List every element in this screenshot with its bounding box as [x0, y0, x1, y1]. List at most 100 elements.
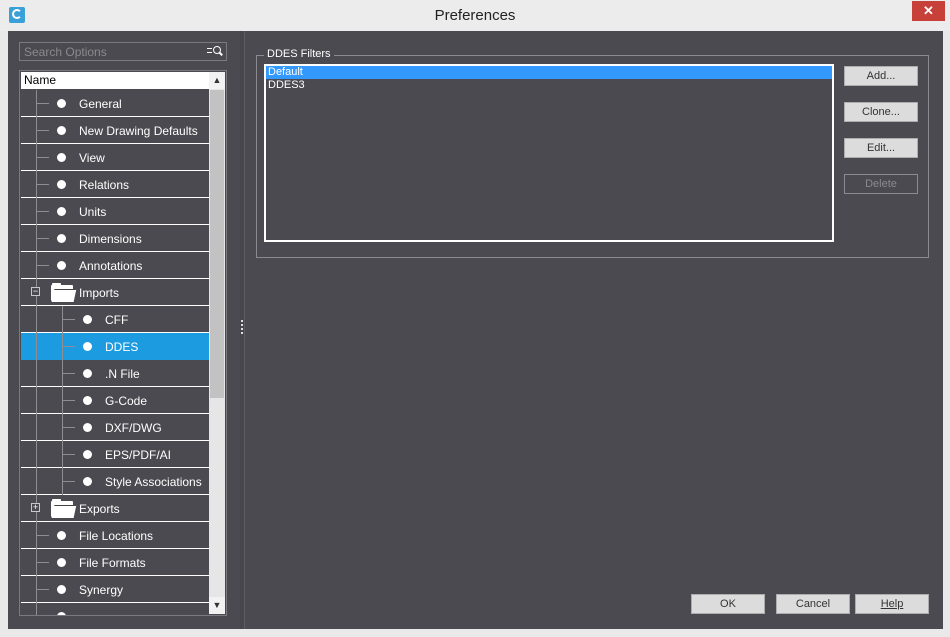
tree-item-label: .N File: [105, 367, 140, 381]
filter-search-icon[interactable]: [207, 45, 223, 59]
filter-list-item[interactable]: Default: [266, 66, 832, 79]
tree-item-label: Annotations: [79, 259, 143, 273]
bullet-icon: [57, 153, 66, 162]
tree-item[interactable]: DXF/DWG: [21, 414, 210, 441]
tree-item-label: Relations: [79, 178, 130, 192]
tree-item[interactable]: File Formats: [21, 549, 210, 576]
scroll-down-arrow-icon[interactable]: ▼: [209, 597, 225, 614]
bullet-icon: [57, 99, 66, 108]
tree-line: [37, 589, 49, 590]
bullet-icon: [57, 261, 66, 270]
scroll-thumb[interactable]: [210, 90, 224, 398]
bullet-icon: [83, 450, 92, 459]
tree-column-header[interactable]: Name: [21, 72, 209, 89]
bullet-icon: [57, 585, 66, 594]
tree-line: [37, 130, 49, 131]
tree-item[interactable]: EPS/PDF/AI: [21, 441, 210, 468]
folder-icon: [51, 499, 77, 518]
expand-icon[interactable]: +: [31, 503, 40, 512]
tree-line: [63, 346, 75, 347]
search-box[interactable]: [19, 42, 227, 61]
bullet-icon: [83, 315, 92, 324]
bullet-icon: [57, 126, 66, 135]
splitter-grip-icon[interactable]: [241, 320, 243, 338]
tree-line: [36, 468, 37, 495]
tree-item-label: DDES: [105, 340, 139, 354]
tree-item-label: Imports: [79, 286, 120, 300]
tree-item[interactable]: [21, 603, 210, 615]
tree-line: [36, 387, 37, 414]
tree-line: [36, 441, 37, 468]
tree-line: [37, 103, 49, 104]
bullet-icon: [83, 369, 92, 378]
tree-item[interactable]: Annotations: [21, 252, 210, 279]
bullet-icon: [83, 477, 92, 486]
tree-line: [63, 454, 75, 455]
add-button[interactable]: Add...: [844, 66, 918, 86]
filter-list-item[interactable]: DDES3: [266, 79, 832, 92]
tree-item[interactable]: General: [21, 90, 210, 117]
bullet-icon: [57, 207, 66, 216]
tree-line: [63, 427, 75, 428]
scroll-up-arrow-icon[interactable]: ▲: [209, 72, 225, 89]
close-button[interactable]: ✕: [912, 1, 945, 21]
window-title: Preferences: [434, 7, 516, 24]
tree-item-label: G-Code: [105, 394, 148, 408]
ok-button[interactable]: OK: [691, 594, 765, 614]
tree-item-label: View: [79, 151, 105, 165]
tree-scrollbar[interactable]: ▲ ▼: [209, 72, 225, 614]
tree-item[interactable]: G-Code: [21, 387, 210, 414]
tree-line: [37, 157, 49, 158]
tree-line: [37, 265, 49, 266]
bullet-icon: [57, 558, 66, 567]
tree-rows: General New Drawing Defaults View Relations…: [21, 90, 210, 615]
tree-line: [37, 238, 49, 239]
tree-item[interactable]: View: [21, 144, 210, 171]
options-tree: Name General New Drawing Defaults View Rela…: [19, 70, 227, 616]
bullet-icon: [57, 234, 66, 243]
search-input[interactable]: [24, 44, 204, 59]
tree-item[interactable]: − Imports: [21, 279, 210, 306]
bullet-icon: [57, 612, 66, 615]
tree-line: [36, 603, 37, 615]
tree-line: [37, 535, 49, 536]
edit-button[interactable]: Edit...: [844, 138, 918, 158]
delete-button[interactable]: Delete: [844, 174, 918, 194]
tree-item-label: New Drawing Defaults: [79, 124, 198, 138]
cancel-button[interactable]: Cancel: [776, 594, 850, 614]
dialog-body: Name General New Drawing Defaults View Rela…: [8, 31, 943, 629]
tree-line: [36, 414, 37, 441]
tree-line: [63, 319, 75, 320]
tree-item-label: EPS/PDF/AI: [105, 448, 172, 462]
tree-item[interactable]: Units: [21, 198, 210, 225]
tree-item-label: File Locations: [79, 529, 154, 543]
tree-line: [63, 481, 75, 482]
options-panel: Name General New Drawing Defaults View Rela…: [8, 31, 236, 629]
ddes-filters-list[interactable]: Default DDES3: [264, 64, 834, 242]
tree-line: [36, 360, 37, 387]
help-button[interactable]: Help: [855, 594, 929, 614]
tree-item[interactable]: .N File: [21, 360, 210, 387]
tree-item[interactable]: DDES: [21, 333, 210, 360]
tree-item[interactable]: CFF: [21, 306, 210, 333]
tree-item[interactable]: + Exports: [21, 495, 210, 522]
tree-line: [36, 333, 37, 360]
clone-button[interactable]: Clone...: [844, 102, 918, 122]
bullet-icon: [83, 423, 92, 432]
tree-item-label: Style Associations: [105, 475, 202, 489]
tree-line: [63, 373, 75, 374]
tree-item[interactable]: Relations: [21, 171, 210, 198]
tree-item[interactable]: Dimensions: [21, 225, 210, 252]
collapse-icon[interactable]: −: [31, 287, 40, 296]
bullet-icon: [57, 531, 66, 540]
folder-icon: [51, 283, 77, 302]
bullet-icon: [57, 180, 66, 189]
tree-item[interactable]: Synergy: [21, 576, 210, 603]
help-label: Help: [880, 598, 904, 610]
tree-line: [37, 562, 49, 563]
tree-item[interactable]: Style Associations: [21, 468, 210, 495]
tree-item-label: Units: [79, 205, 107, 219]
tree-item[interactable]: New Drawing Defaults: [21, 117, 210, 144]
tree-item[interactable]: File Locations: [21, 522, 210, 549]
title-bar: Preferences ✕: [0, 0, 950, 31]
